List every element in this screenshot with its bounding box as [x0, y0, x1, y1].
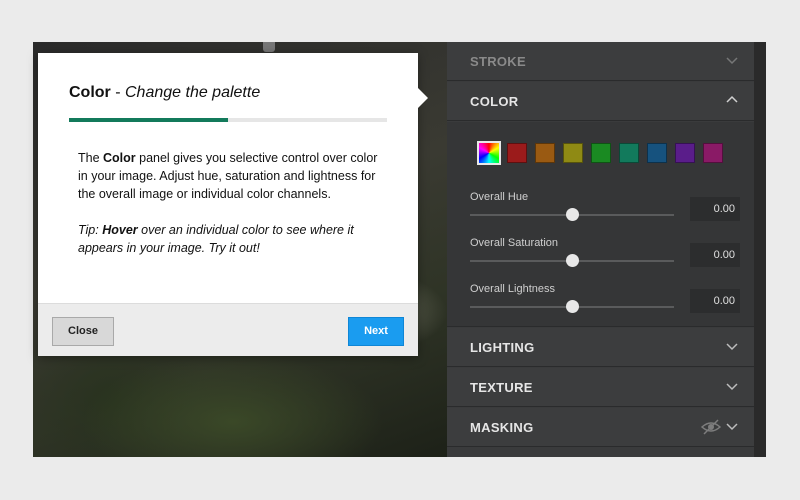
section-texture[interactable]: TEXTURE — [447, 368, 754, 407]
teal-swatch[interactable] — [619, 143, 639, 163]
all-colors-swatch[interactable] — [477, 141, 501, 165]
magenta-swatch[interactable] — [703, 143, 723, 163]
section-color[interactable]: COLOR — [447, 82, 754, 121]
orange-swatch[interactable] — [535, 143, 555, 163]
tour-popup: Color - Change the palette The Color pan… — [38, 53, 418, 356]
chevron-up-icon — [726, 95, 738, 103]
hue-slider-thumb[interactable] — [566, 208, 579, 221]
section-lighting[interactable]: LIGHTING — [447, 328, 754, 367]
section-masking-title: MASKING — [470, 420, 534, 435]
canvas-handle[interactable] — [263, 42, 275, 52]
tour-title-subtitle: Change the palette — [125, 84, 261, 101]
close-button[interactable]: Close — [52, 317, 114, 346]
section-texture-title: TEXTURE — [470, 380, 533, 395]
tour-tip-prefix: Tip: — [78, 223, 103, 237]
tour-progress-bar — [69, 118, 387, 122]
next-button[interactable]: Next — [348, 317, 404, 346]
tour-title-separator: - — [110, 84, 125, 101]
adjustments-panel: STROKE COLOR Overall Hue 0.00 Overall Sa… — [447, 42, 754, 457]
chevron-down-icon — [726, 343, 738, 351]
section-lighting-title: LIGHTING — [470, 340, 535, 355]
tour-description: The Color panel gives you selective cont… — [78, 149, 378, 203]
section-masking[interactable]: MASKING — [447, 408, 754, 447]
saturation-slider-thumb[interactable] — [566, 254, 579, 267]
lightness-label: Overall Lightness — [470, 283, 555, 295]
panel-scrollbar[interactable] — [754, 42, 766, 457]
green-swatch[interactable] — [591, 143, 611, 163]
tour-tip: Tip: Hover over an individual color to s… — [78, 221, 378, 257]
chevron-down-icon — [726, 383, 738, 391]
tour-description-prefix: The — [78, 151, 104, 165]
yellow-swatch[interactable] — [563, 143, 583, 163]
tour-progress-fill — [69, 118, 228, 122]
section-stroke-title: STROKE — [470, 54, 526, 69]
tour-footer: Close Next — [38, 303, 418, 356]
saturation-label: Overall Saturation — [470, 237, 559, 249]
lightness-slider[interactable] — [470, 300, 674, 313]
chevron-down-icon — [726, 423, 738, 431]
lightness-value-field[interactable]: 0.00 — [690, 289, 740, 313]
section-color-title: COLOR — [470, 94, 519, 109]
red-swatch[interactable] — [507, 143, 527, 163]
saturation-slider[interactable] — [470, 254, 674, 267]
tour-title-section: Color — [69, 84, 111, 101]
hue-value-field[interactable]: 0.00 — [690, 197, 740, 221]
hue-label: Overall Hue — [470, 191, 529, 203]
lightness-slider-thumb[interactable] — [566, 300, 579, 313]
tour-pointer-arrow — [418, 88, 428, 108]
saturation-value-field[interactable]: 0.00 — [690, 243, 740, 267]
tour-tip-keyword: Hover — [102, 223, 138, 237]
eye-hidden-icon[interactable] — [700, 418, 722, 436]
tour-body: The Color panel gives you selective cont… — [78, 149, 378, 275]
hue-slider[interactable] — [470, 208, 674, 221]
tour-description-keyword: Color — [103, 151, 136, 165]
tour-title: Color - Change the palette — [69, 84, 260, 102]
purple-swatch[interactable] — [675, 143, 695, 163]
chevron-down-icon — [726, 57, 738, 65]
section-stroke[interactable]: STROKE — [447, 42, 754, 81]
blue-swatch[interactable] — [647, 143, 667, 163]
